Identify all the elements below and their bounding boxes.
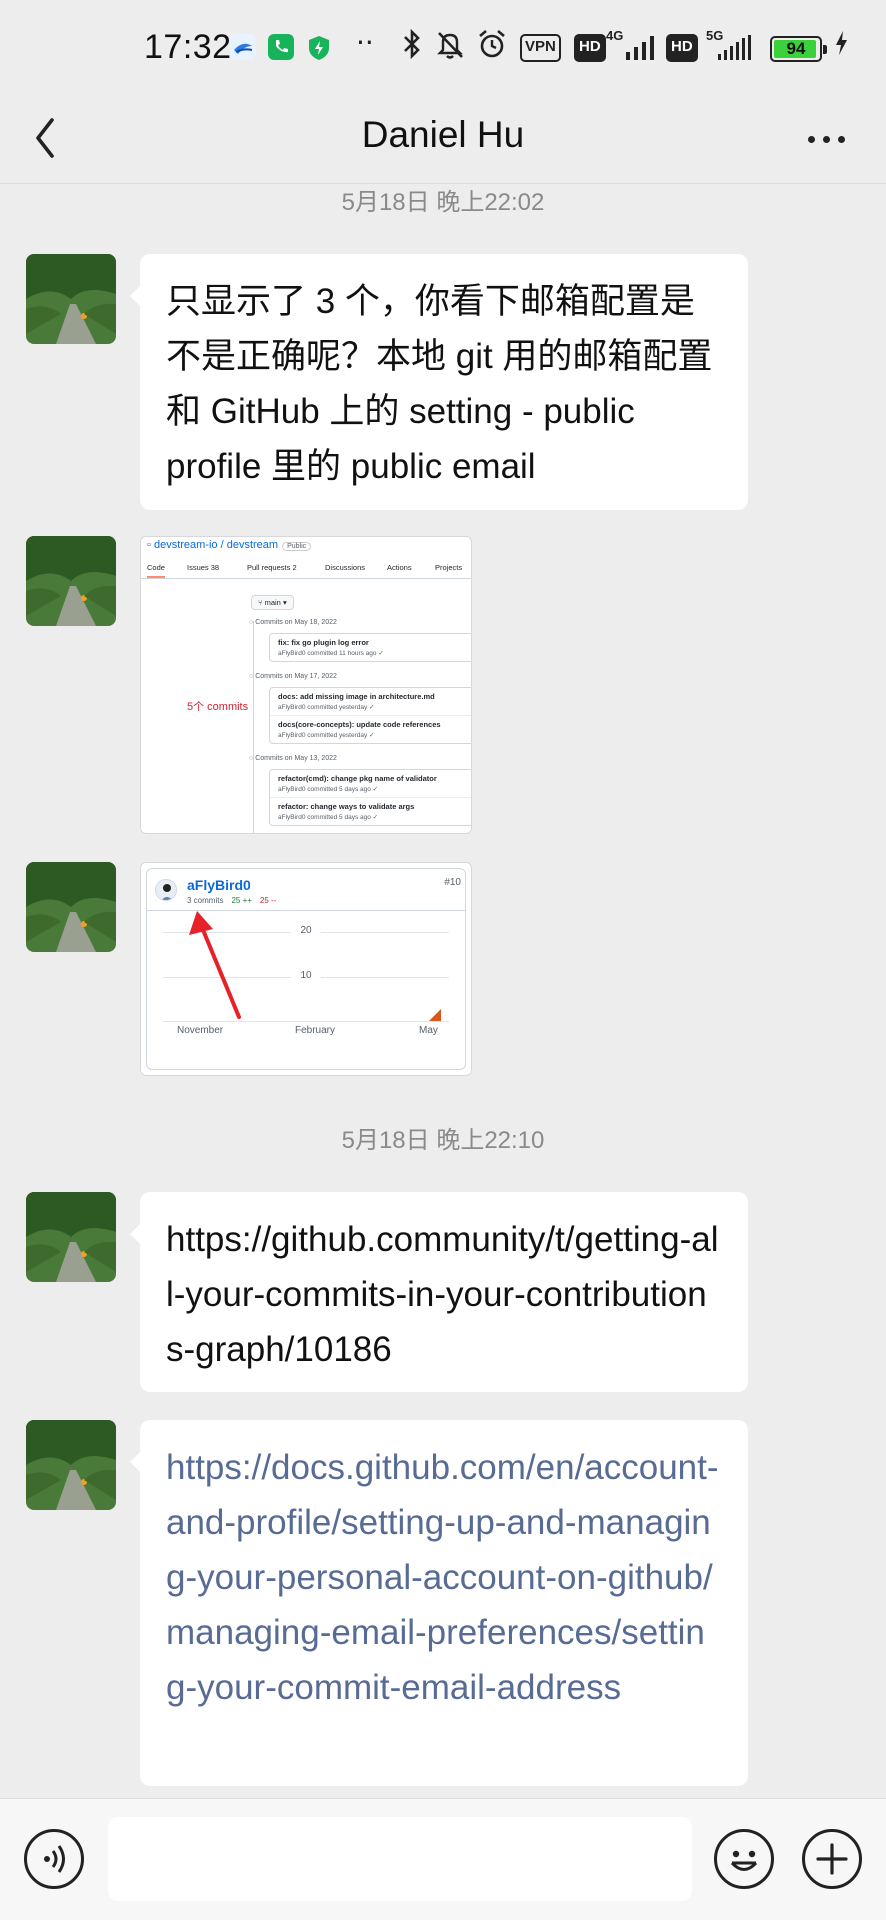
mute-bell-icon [434, 28, 466, 67]
tab-projects: Projects [435, 563, 463, 572]
commit-date: Commits on May 18, 2022 [249, 619, 337, 626]
emoji-icon [730, 1850, 758, 1871]
app-notification-icon [230, 34, 256, 60]
vpn-badge: VPN [520, 34, 561, 62]
battery-level: 94 [786, 39, 806, 58]
more-icon [807, 135, 815, 143]
hd-badge-2: HD [666, 34, 698, 62]
voice-icon [44, 1845, 65, 1873]
tab-actions: Actions [387, 563, 412, 572]
commit-card: docs: add missing image in architecture.… [269, 687, 471, 744]
message-input-bar [0, 1798, 886, 1920]
repo-name: ▫ devstream-io / devstream Public [147, 539, 312, 551]
image-message-commits[interactable]: ▫ devstream-io / devstream Public Code Is… [140, 536, 472, 834]
contact-avatar[interactable] [26, 1420, 116, 1510]
message-timestamp: 5月18日 晚上22:10 [341, 1127, 545, 1154]
chat-header: Daniel Hu [0, 96, 886, 184]
message-bubble[interactable]: 只显示了 3 个，你看下邮箱配置是不是正确呢？本地 git 用的邮箱配置和 Gi… [130, 254, 748, 510]
commit-row: refactor(cmd): change pkg name of valida… [270, 770, 471, 798]
tab-code: Code [147, 563, 165, 578]
commit-timeline [253, 621, 254, 833]
link-message-bubble[interactable]: https://docs.github.com/en/account-and-p… [130, 1420, 748, 1786]
network-4g-label: 4G [606, 28, 624, 43]
contact-avatar[interactable] [26, 536, 116, 626]
commit-date: Commits on May 17, 2022 [249, 673, 337, 680]
commit-row: refactor: change ways to validate args a… [278, 802, 415, 821]
battery-indicator: 94 [770, 36, 827, 62]
status-bar: 17:32 ·· VPN HD 4G HD 5G 94 [0, 0, 886, 96]
phone-app-icon [268, 34, 294, 60]
signal-bars-icon-1 [624, 34, 658, 62]
contact-avatar[interactable] [26, 862, 116, 952]
commit-card: refactor(cmd): change pkg name of valida… [269, 769, 471, 826]
message-input[interactable] [108, 1817, 692, 1901]
bluetooth-icon [402, 28, 422, 67]
commit-card: fix: fix go plugin log error aFlyBird0 c… [269, 633, 471, 662]
annotation-arrow [189, 911, 441, 1021]
repo-tabs: Code Issues 38 Pull requests 2 Discussio… [141, 557, 471, 579]
signal-bars-icon-2 [716, 34, 751, 62]
message-timestamp: 5月18日 晚上22:02 [341, 189, 545, 216]
emoji-button[interactable] [714, 1829, 774, 1889]
plus-icon [816, 1843, 848, 1875]
status-time: 17:32 [144, 28, 232, 66]
more-actions-button[interactable] [802, 1829, 862, 1889]
tab-pull-requests: Pull requests 2 [247, 563, 297, 572]
chat-title: Daniel Hu [361, 114, 525, 155]
voice-button[interactable] [24, 1829, 84, 1889]
tab-issues: Issues 38 [187, 563, 220, 572]
github-commits-screenshot: ▫ devstream-io / devstream Public Code Is… [141, 537, 471, 833]
hd-badge-1: HD [574, 34, 606, 62]
alarm-icon [476, 28, 508, 67]
commit-row: docs(core-concepts): update code referen… [278, 720, 441, 739]
branch-select: ⑂ main ▾ [251, 595, 294, 610]
contact-avatar[interactable] [26, 254, 116, 344]
tab-discussions: Discussions [325, 563, 366, 572]
more-notifications-icon: ·· [356, 26, 374, 59]
commit-date: Commits on May 13, 2022 [249, 755, 337, 762]
message-bubble[interactable]: https://github.community/t/getting-all-y… [130, 1192, 748, 1392]
contributor-card-screenshot: aFlyBird0 #10 3 commits 25 ++ 25 -- 20 10 … [141, 863, 471, 1075]
commit-row: docs: add missing image in architecture.… [270, 688, 471, 716]
commit-count-annotation: 5个 commits [187, 701, 249, 713]
image-message-contributor[interactable]: aFlyBird0 #10 3 commits 25 ++ 25 -- 20 10 … [140, 862, 472, 1076]
shield-app-icon [306, 34, 332, 60]
charging-icon [832, 28, 850, 65]
more-button[interactable] [796, 114, 856, 164]
commit-row: fix: fix go plugin log error aFlyBird0 c… [278, 638, 384, 657]
contact-avatar[interactable] [26, 1192, 116, 1282]
